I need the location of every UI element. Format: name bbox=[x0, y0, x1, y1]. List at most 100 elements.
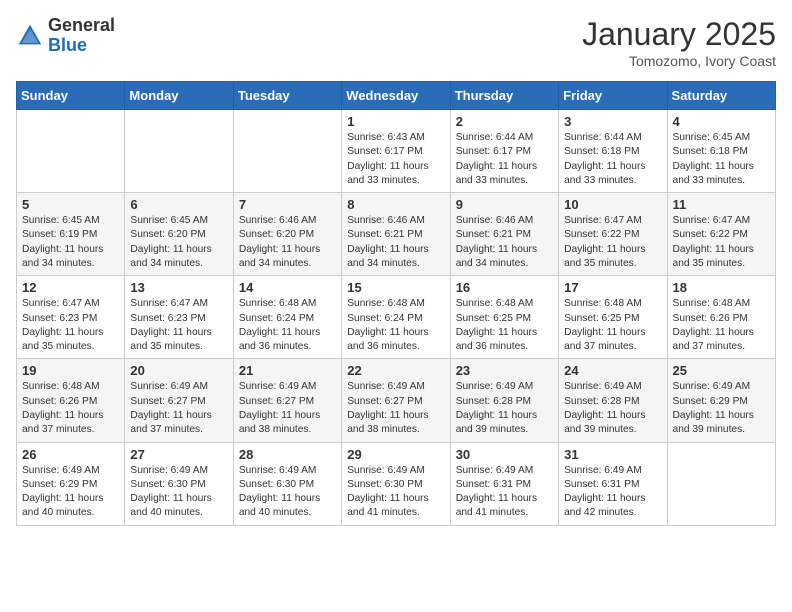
calendar-cell: 28 Sunrise: 6:49 AMSunset: 6:30 PMDayligh… bbox=[233, 442, 341, 525]
calendar-cell: 12Sunrise: 6:47 AMSunset: 6:23 PMDayligh… bbox=[17, 276, 125, 359]
day-info: Sunrise: 6:46 AMSunset: 6:21 PMDaylight:… bbox=[456, 214, 553, 271]
calendar-cell: 8 Sunrise: 6:46 AMSunset: 6:21 PMDaylight… bbox=[342, 193, 450, 276]
calendar-cell: 22 Sunrise: 6:49 AMSunset: 6:27 PMDayligh… bbox=[342, 359, 450, 442]
day-info: Sunrise: 6:47 AMSunset: 6:23 PMDaylight:… bbox=[130, 297, 227, 354]
calendar-cell: 23 Sunrise: 6:49 AMSunset: 6:28 PMDayligh… bbox=[450, 359, 558, 442]
calendar-cell: 9Sunrise: 6:46 AMSunset: 6:21 PMDaylight… bbox=[450, 193, 558, 276]
day-info: Sunrise: 6:45 AMSunset: 6:19 PMDaylight:… bbox=[22, 214, 119, 271]
day-info: Sunrise: 6:49 AMSunset: 6:29 PMDaylight:… bbox=[673, 380, 770, 437]
weekday-header-monday: Monday bbox=[125, 82, 233, 110]
calendar-cell: 29 Sunrise: 6:49 AMSunset: 6:30 PMDayligh… bbox=[342, 442, 450, 525]
day-number: 11 bbox=[673, 197, 770, 212]
day-info: Sunrise: 6:49 AMSunset: 6:30 PMDaylight:… bbox=[347, 464, 444, 521]
day-info: Sunrise: 6:48 AMSunset: 6:26 PMDaylight:… bbox=[673, 297, 770, 354]
day-number: 20 bbox=[130, 363, 227, 378]
calendar-cell: 30 Sunrise: 6:49 AMSunset: 6:31 PMDayligh… bbox=[450, 442, 558, 525]
day-info: Sunrise: 6:49 AMSunset: 6:31 PMDaylight:… bbox=[456, 464, 553, 521]
day-number: 5 bbox=[22, 197, 119, 212]
calendar-cell: 11 Sunrise: 6:47 AMSunset: 6:22 PMDayligh… bbox=[667, 193, 775, 276]
day-info: Sunrise: 6:47 AMSunset: 6:22 PMDaylight:… bbox=[564, 214, 661, 271]
calendar-cell: 27 Sunrise: 6:49 AMSunset: 6:30 PMDayligh… bbox=[125, 442, 233, 525]
day-number: 7 bbox=[239, 197, 336, 212]
location: Tomozomo, Ivory Coast bbox=[582, 53, 776, 69]
day-number: 14 bbox=[239, 280, 336, 295]
weekday-header-wednesday: Wednesday bbox=[342, 82, 450, 110]
day-number: 29 bbox=[347, 447, 444, 462]
day-number: 24 bbox=[564, 363, 661, 378]
logo: GeneralBlue bbox=[16, 16, 115, 56]
day-number: 19 bbox=[22, 363, 119, 378]
day-number: 28 bbox=[239, 447, 336, 462]
day-number: 25 bbox=[673, 363, 770, 378]
calendar-cell bbox=[667, 442, 775, 525]
calendar-cell: 31Sunrise: 6:49 AMSunset: 6:31 PMDayligh… bbox=[559, 442, 667, 525]
day-number: 1 bbox=[347, 114, 444, 129]
calendar-cell: 26 Sunrise: 6:49 AMSunset: 6:29 PMDayligh… bbox=[17, 442, 125, 525]
day-info: Sunrise: 6:46 AMSunset: 6:20 PMDaylight:… bbox=[239, 214, 336, 271]
day-info: Sunrise: 6:49 AMSunset: 6:28 PMDaylight:… bbox=[456, 380, 553, 437]
day-number: 16 bbox=[456, 280, 553, 295]
day-number: 30 bbox=[456, 447, 553, 462]
day-info: Sunrise: 6:49 AMSunset: 6:27 PMDaylight:… bbox=[130, 380, 227, 437]
calendar-cell bbox=[17, 110, 125, 193]
calendar-cell: 13 Sunrise: 6:47 AMSunset: 6:23 PMDayligh… bbox=[125, 276, 233, 359]
calendar-cell: 3Sunrise: 6:44 AMSunset: 6:18 PMDaylight… bbox=[559, 110, 667, 193]
title-block: January 2025 Tomozomo, Ivory Coast bbox=[582, 16, 776, 69]
calendar-cell: 6 Sunrise: 6:45 AMSunset: 6:20 PMDaylight… bbox=[125, 193, 233, 276]
calendar-week-1: 1 Sunrise: 6:43 AMSunset: 6:17 PMDaylight… bbox=[17, 110, 776, 193]
day-info: Sunrise: 6:44 AMSunset: 6:17 PMDaylight:… bbox=[456, 131, 553, 188]
day-info: Sunrise: 6:49 AMSunset: 6:27 PMDaylight:… bbox=[347, 380, 444, 437]
day-number: 17 bbox=[564, 280, 661, 295]
calendar-table: SundayMondayTuesdayWednesdayThursdayFrid… bbox=[16, 81, 776, 526]
day-number: 18 bbox=[673, 280, 770, 295]
day-info: Sunrise: 6:49 AMSunset: 6:27 PMDaylight:… bbox=[239, 380, 336, 437]
calendar-week-4: 19 Sunrise: 6:48 AMSunset: 6:26 PMDayligh… bbox=[17, 359, 776, 442]
day-number: 15 bbox=[347, 280, 444, 295]
day-info: Sunrise: 6:49 AMSunset: 6:30 PMDaylight:… bbox=[239, 464, 336, 521]
weekday-header-sunday: Sunday bbox=[17, 82, 125, 110]
calendar-cell: 1 Sunrise: 6:43 AMSunset: 6:17 PMDaylight… bbox=[342, 110, 450, 193]
calendar-week-5: 26 Sunrise: 6:49 AMSunset: 6:29 PMDayligh… bbox=[17, 442, 776, 525]
calendar-cell: 7 Sunrise: 6:46 AMSunset: 6:20 PMDaylight… bbox=[233, 193, 341, 276]
day-number: 6 bbox=[130, 197, 227, 212]
day-number: 26 bbox=[22, 447, 119, 462]
calendar-cell: 16 Sunrise: 6:48 AMSunset: 6:25 PMDayligh… bbox=[450, 276, 558, 359]
day-info: Sunrise: 6:47 AMSunset: 6:22 PMDaylight:… bbox=[673, 214, 770, 271]
calendar-cell: 14 Sunrise: 6:48 AMSunset: 6:24 PMDayligh… bbox=[233, 276, 341, 359]
day-number: 22 bbox=[347, 363, 444, 378]
day-info: Sunrise: 6:48 AMSunset: 6:24 PMDaylight:… bbox=[347, 297, 444, 354]
logo-icon bbox=[16, 22, 44, 50]
day-number: 2 bbox=[456, 114, 553, 129]
calendar-cell: 2 Sunrise: 6:44 AMSunset: 6:17 PMDaylight… bbox=[450, 110, 558, 193]
day-number: 12 bbox=[22, 280, 119, 295]
day-info: Sunrise: 6:46 AMSunset: 6:21 PMDaylight:… bbox=[347, 214, 444, 271]
calendar-week-2: 5 Sunrise: 6:45 AMSunset: 6:19 PMDaylight… bbox=[17, 193, 776, 276]
day-number: 13 bbox=[130, 280, 227, 295]
calendar-cell bbox=[233, 110, 341, 193]
month-title: January 2025 bbox=[582, 16, 776, 53]
day-info: Sunrise: 6:49 AMSunset: 6:30 PMDaylight:… bbox=[130, 464, 227, 521]
calendar-cell: 10 Sunrise: 6:47 AMSunset: 6:22 PMDayligh… bbox=[559, 193, 667, 276]
day-info: Sunrise: 6:48 AMSunset: 6:25 PMDaylight:… bbox=[456, 297, 553, 354]
day-number: 10 bbox=[564, 197, 661, 212]
day-number: 8 bbox=[347, 197, 444, 212]
day-info: Sunrise: 6:48 AMSunset: 6:24 PMDaylight:… bbox=[239, 297, 336, 354]
logo-text: GeneralBlue bbox=[48, 16, 115, 56]
calendar-cell: 21Sunrise: 6:49 AMSunset: 6:27 PMDayligh… bbox=[233, 359, 341, 442]
calendar-cell: 5 Sunrise: 6:45 AMSunset: 6:19 PMDaylight… bbox=[17, 193, 125, 276]
weekday-header-saturday: Saturday bbox=[667, 82, 775, 110]
day-info: Sunrise: 6:45 AMSunset: 6:20 PMDaylight:… bbox=[130, 214, 227, 271]
day-info: Sunrise: 6:48 AMSunset: 6:25 PMDaylight:… bbox=[564, 297, 661, 354]
day-number: 23 bbox=[456, 363, 553, 378]
calendar-cell: 20 Sunrise: 6:49 AMSunset: 6:27 PMDayligh… bbox=[125, 359, 233, 442]
day-info: Sunrise: 6:49 AMSunset: 6:29 PMDaylight:… bbox=[22, 464, 119, 521]
day-info: Sunrise: 6:49 AMSunset: 6:31 PMDaylight:… bbox=[564, 464, 661, 521]
day-info: Sunrise: 6:45 AMSunset: 6:18 PMDaylight:… bbox=[673, 131, 770, 188]
day-number: 27 bbox=[130, 447, 227, 462]
day-number: 3 bbox=[564, 114, 661, 129]
weekday-header-thursday: Thursday bbox=[450, 82, 558, 110]
day-info: Sunrise: 6:49 AMSunset: 6:28 PMDaylight:… bbox=[564, 380, 661, 437]
day-info: Sunrise: 6:48 AMSunset: 6:26 PMDaylight:… bbox=[22, 380, 119, 437]
day-info: Sunrise: 6:43 AMSunset: 6:17 PMDaylight:… bbox=[347, 131, 444, 188]
calendar-cell: 4Sunrise: 6:45 AMSunset: 6:18 PMDaylight… bbox=[667, 110, 775, 193]
